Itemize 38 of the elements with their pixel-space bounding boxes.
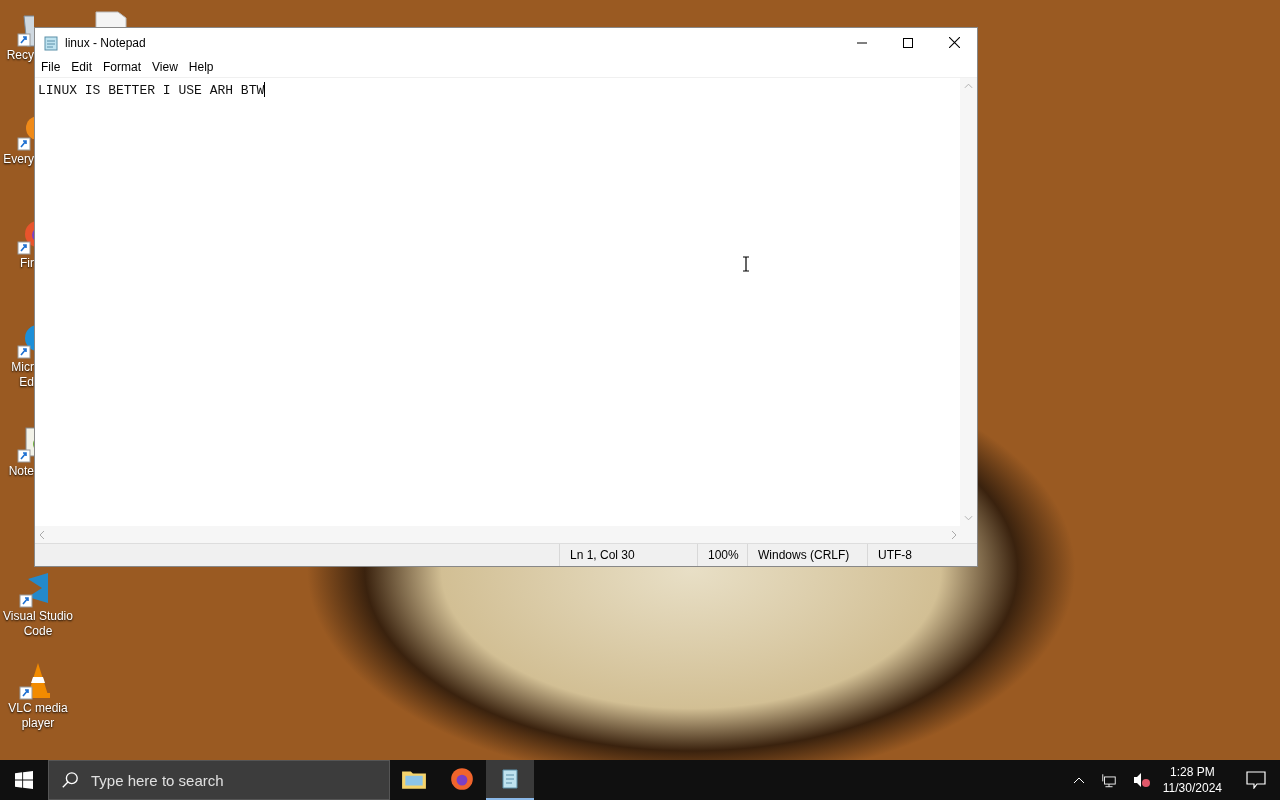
status-field: UTF-8 [867, 544, 977, 566]
search-icon [61, 771, 79, 789]
clock[interactable]: 1:28 PM 11/30/2024 [1162, 760, 1222, 800]
menu-item[interactable]: View [148, 60, 185, 74]
status-field: Windows (CRLF) [747, 544, 867, 566]
volume-muted-icon[interactable] [1132, 772, 1151, 788]
notepad-icon[interactable] [16, 424, 34, 464]
menu-item[interactable]: Help [184, 60, 221, 74]
desktop-icon-label[interactable]: Micr Ed [0, 360, 34, 390]
desktop-icon-label[interactable]: Every [0, 152, 34, 167]
notification-icon[interactable] [1246, 771, 1266, 789]
minimize-icon [857, 41, 867, 44]
menu-item[interactable]: Edit [67, 60, 100, 74]
desktop-icon-label[interactable]: VLC media player [8, 701, 68, 731]
date-text: 11/30/2024 [1162, 780, 1222, 796]
status-field: 100% [697, 544, 747, 566]
search-field[interactable]: Type here to search [48, 760, 390, 800]
desktop-icon-label[interactable]: Fir [0, 256, 34, 271]
notepad-icon [43, 34, 59, 51]
time-text: 1:28 PM [1170, 764, 1215, 780]
text-cursor-icon [742, 256, 750, 272]
menu-item[interactable]: File [37, 60, 68, 74]
close-icon [948, 37, 960, 48]
text-editor[interactable]: LINUX IS BETTER I USE ARH BTW [35, 78, 960, 526]
firefox-icon [449, 766, 475, 792]
status-field: Ln 1, Col 30 [559, 544, 697, 566]
taskbar-app-button[interactable] [486, 760, 534, 800]
maximize-icon [903, 37, 913, 48]
desktop-icon-label[interactable]: Recy [0, 48, 34, 63]
windows-logo-icon [15, 771, 33, 789]
window-title: linux - Notepad [65, 35, 146, 50]
text-caret [264, 82, 266, 97]
network-icon[interactable] [1100, 772, 1117, 788]
menu-item[interactable]: Format [99, 60, 149, 74]
desktop-icon-label[interactable]: Visual Studio Code [3, 609, 73, 639]
chevron-up-icon[interactable] [1072, 776, 1085, 784]
document-text: LINUX IS BETTER I USE ARH BTW [38, 83, 265, 98]
desktop-icon-label[interactable]: Note [0, 464, 34, 479]
